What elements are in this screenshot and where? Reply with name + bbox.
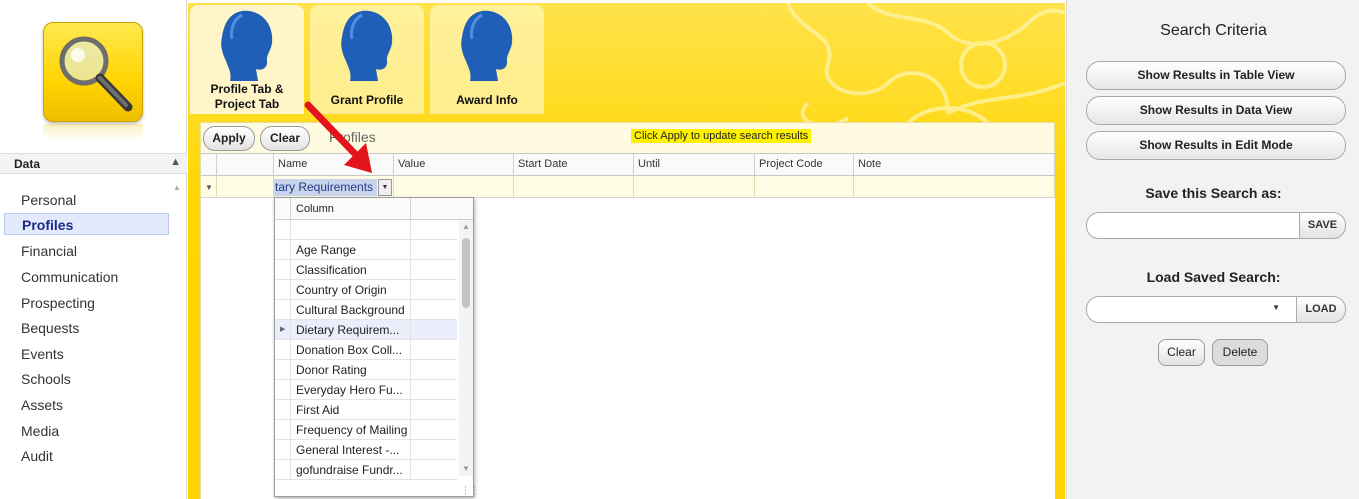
- scroll-up-icon[interactable]: ▲: [173, 183, 181, 192]
- load-search-label: Load Saved Search:: [1146, 269, 1281, 285]
- search-criteria-panel: Search Criteria Show Results in Table Vi…: [1066, 0, 1359, 499]
- save-search-input[interactable]: [1086, 212, 1300, 239]
- filter-cell-until[interactable]: [634, 176, 755, 198]
- list-item-label: Everyday Hero Fu...: [290, 380, 411, 400]
- logo-reflection: [43, 124, 143, 140]
- list-item[interactable]: Age Range: [275, 240, 457, 260]
- grid-header-project-code[interactable]: Project Code: [755, 154, 854, 176]
- list-item[interactable]: Classification: [275, 260, 457, 280]
- list-item-label: General Interest -...: [290, 440, 411, 460]
- list-item-label: gofundraise Fundr...: [290, 460, 411, 480]
- list-item[interactable]: [275, 220, 457, 240]
- sidebar-item-personal[interactable]: Personal: [21, 189, 76, 211]
- left-sidebar: Data ▲ ▲ Personal Profiles Financial Com…: [0, 0, 187, 499]
- list-item[interactable]: Donor Rating: [275, 360, 457, 380]
- list-item[interactable]: Frequency of Mailing: [275, 420, 457, 440]
- load-button[interactable]: LOAD: [1296, 296, 1346, 323]
- save-search-label: Save this Search as:: [1145, 185, 1282, 201]
- dropdown-header-column: Column: [290, 198, 411, 220]
- grid-header-note[interactable]: Note: [854, 154, 1055, 176]
- person-head-icon: [461, 10, 513, 82]
- tab-award-info[interactable]: Award Info: [430, 5, 544, 114]
- edit-mode-button[interactable]: Show Results in Edit Mode: [1086, 131, 1346, 160]
- search-logo-icon: [43, 22, 143, 122]
- chevron-up-icon[interactable]: ▲: [170, 156, 181, 168]
- grid-header-start-date[interactable]: Start Date: [514, 154, 634, 176]
- list-item-label: [290, 220, 411, 240]
- list-item-label: Donation Box Coll...: [290, 340, 411, 360]
- person-head-icon: [221, 10, 273, 82]
- tab-award-info-label: Award Info: [456, 93, 518, 107]
- grid-header-until[interactable]: Until: [634, 154, 755, 176]
- name-filter-input[interactable]: tary Requirements: [274, 179, 377, 196]
- list-item[interactable]: General Interest -...: [275, 440, 457, 460]
- grid-header-blank: [217, 154, 274, 176]
- list-item-selected[interactable]: ▶ Dietary Requirem...: [275, 320, 457, 340]
- filter-icon: ▼: [205, 183, 213, 192]
- data-section-title: Data: [14, 157, 41, 171]
- dropdown-arrow-icon[interactable]: ▼: [1272, 303, 1280, 312]
- list-item[interactable]: Donation Box Coll...: [275, 340, 457, 360]
- sidebar-item-events[interactable]: Events: [21, 343, 64, 365]
- sidebar-item-financial[interactable]: Financial: [21, 240, 77, 262]
- filter-cell-blank: [217, 176, 274, 198]
- list-item-label: Cultural Background: [290, 300, 411, 320]
- filter-cell-value[interactable]: [394, 176, 514, 198]
- grid-header-indicator: [201, 154, 217, 176]
- sidebar-item-media[interactable]: Media: [21, 420, 59, 442]
- sidebar-item-audit[interactable]: Audit: [21, 445, 53, 467]
- dropdown-scrollbar[interactable]: ▲ ▼: [459, 220, 473, 476]
- list-item[interactable]: Country of Origin: [275, 280, 457, 300]
- list-item-label: Classification: [290, 260, 411, 280]
- scroll-up-icon[interactable]: ▲: [462, 222, 470, 231]
- dropdown-header: Column: [275, 198, 473, 220]
- list-item-label: Donor Rating: [290, 360, 411, 380]
- save-button[interactable]: SAVE: [1299, 212, 1346, 239]
- sidebar-item-bequests[interactable]: Bequests: [21, 317, 79, 339]
- sidebar-item-communication[interactable]: Communication: [21, 266, 118, 288]
- sidebar-item-prospecting[interactable]: Prospecting: [21, 292, 95, 314]
- search-criteria-title: Search Criteria: [1160, 22, 1267, 39]
- tab-profile-project-label-1: Profile Tab &: [210, 82, 284, 96]
- list-item-label: Dietary Requirem...: [290, 320, 411, 340]
- column-dropdown-list[interactable]: Column Age Range Classification Country …: [274, 197, 479, 497]
- list-item-label: Frequency of Mailing: [290, 420, 411, 440]
- row-pointer-icon: ▶: [280, 326, 286, 333]
- filter-cell-project-code[interactable]: [755, 176, 854, 198]
- dropdown-arrow-icon[interactable]: ▼: [378, 179, 392, 196]
- tab-profile-project[interactable]: Profile Tab & Project Tab: [190, 5, 304, 114]
- data-view-button[interactable]: Show Results in Data View: [1086, 96, 1346, 125]
- list-item[interactable]: Cultural Background: [275, 300, 457, 320]
- list-item-label: Age Range: [290, 240, 411, 260]
- list-item[interactable]: gofundraise Fundr...: [275, 460, 457, 480]
- hint-text: Click Apply to update search results: [631, 129, 812, 143]
- apply-button[interactable]: Apply: [203, 126, 255, 151]
- red-arrow-icon: [304, 101, 372, 173]
- tab-grant-profile[interactable]: Grant Profile: [310, 5, 424, 114]
- data-section-header[interactable]: Data ▲: [0, 153, 187, 174]
- name-filter-combo[interactable]: tary Requirements ▼: [274, 179, 392, 196]
- table-view-button[interactable]: Show Results in Table View: [1086, 61, 1346, 90]
- sidebar-item-profiles[interactable]: Profiles: [4, 213, 169, 235]
- filter-cell-note[interactable]: [854, 176, 1055, 198]
- load-search-select[interactable]: ▼: [1086, 296, 1297, 323]
- delete-search-button[interactable]: Delete: [1212, 339, 1268, 366]
- list-item-label: First Aid: [290, 400, 411, 420]
- list-item[interactable]: First Aid: [275, 400, 457, 420]
- person-head-icon: [341, 10, 393, 82]
- clear-search-button[interactable]: Clear: [1158, 339, 1205, 366]
- filter-cell-start-date[interactable]: [514, 176, 634, 198]
- list-item-label: Country of Origin: [290, 280, 411, 300]
- scroll-down-icon[interactable]: ▼: [462, 464, 470, 473]
- tab-profile-project-label-2: Project Tab: [214, 97, 280, 111]
- sidebar-item-assets[interactable]: Assets: [21, 394, 63, 416]
- scrollbar-thumb[interactable]: [462, 238, 470, 308]
- list-item[interactable]: Everyday Hero Fu...: [275, 380, 457, 400]
- sidebar-item-schools[interactable]: Schools: [21, 368, 71, 390]
- grid-header-value[interactable]: Value: [394, 154, 514, 176]
- resize-grip-icon[interactable]: ⋮⋮: [461, 485, 479, 496]
